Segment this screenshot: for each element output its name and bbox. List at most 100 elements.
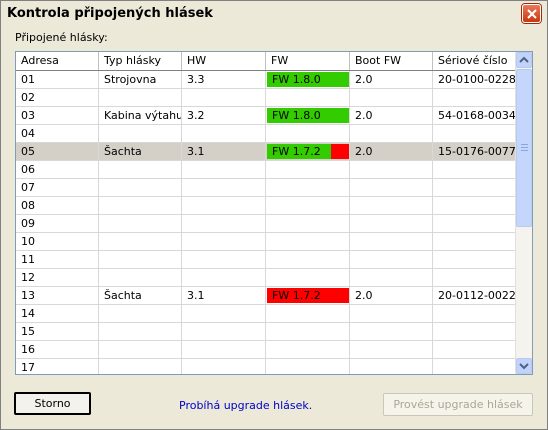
column-header-boot-fw[interactable]: Boot FW [350, 52, 433, 70]
table-row[interactable]: 09 [16, 215, 516, 233]
cell-hw [182, 125, 266, 142]
cell-hw: 3.2 [182, 107, 266, 124]
cell-serial [433, 161, 516, 178]
cell-boot-fw [350, 233, 433, 250]
close-icon [527, 9, 537, 19]
column-header-fw[interactable]: FW [266, 52, 350, 70]
cell-serial [433, 359, 516, 374]
units-grid: Adresa Typ hlásky HW FW Boot FW Sériové … [15, 51, 533, 375]
cell-serial [433, 341, 516, 358]
cell-boot-fw [350, 341, 433, 358]
table-row[interactable]: 08 [16, 197, 516, 215]
cell-type [99, 233, 182, 250]
grid-rows: 01 Strojovna 3.3 FW 1.8.0 2.0 20-0100-0228 02 0… [16, 71, 516, 374]
cell-type: Strojovna [99, 71, 182, 88]
cell-fw [266, 305, 350, 322]
cell-type [99, 179, 182, 196]
table-row[interactable]: 02 [16, 89, 516, 107]
table-row[interactable]: 06 [16, 161, 516, 179]
cell-address: 08 [16, 197, 99, 214]
grip-line [521, 150, 528, 151]
cell-type [99, 89, 182, 106]
cell-hw [182, 323, 266, 340]
cell-fw [266, 89, 350, 106]
cell-address: 11 [16, 251, 99, 268]
cell-serial [433, 89, 516, 106]
cell-hw [182, 305, 266, 322]
grip-line [521, 144, 528, 145]
cell-hw: 3.3 [182, 71, 266, 88]
dialog-window: Kontrola připojených hlásek Připojené hl… [0, 0, 548, 430]
cancel-button[interactable]: Storno [14, 392, 91, 415]
cell-type [99, 305, 182, 322]
table-row[interactable]: 16 [16, 341, 516, 359]
table-row[interactable]: 13 Šachta 3.1 FW 1.7.2 2.0 20-0112-0022 [16, 287, 516, 305]
cell-address: 05 [16, 143, 99, 160]
close-button[interactable] [522, 4, 541, 23]
table-row[interactable]: 17 [16, 359, 516, 374]
cell-address: 12 [16, 269, 99, 286]
cell-serial [433, 125, 516, 142]
fw-version-text: FW 1.8.0 [272, 73, 321, 86]
table-row[interactable]: 04 [16, 125, 516, 143]
cell-boot-fw [350, 179, 433, 196]
cell-address: 13 [16, 287, 99, 304]
column-header-serial[interactable]: Sériové číslo [433, 52, 516, 70]
cell-type [99, 341, 182, 358]
table-row[interactable]: 07 [16, 179, 516, 197]
cell-type [99, 197, 182, 214]
cell-hw: 3.1 [182, 143, 266, 160]
cell-boot-fw [350, 197, 433, 214]
cell-hw [182, 215, 266, 232]
cell-fw [266, 359, 350, 374]
cell-hw [182, 161, 266, 178]
scroll-thumb[interactable] [516, 69, 532, 227]
cell-fw [266, 125, 350, 142]
cell-type: Kabina výtahu [99, 107, 182, 124]
table-row[interactable]: 03 Kabina výtahu 3.2 FW 1.8.0 2.0 54-0168-003… [16, 107, 516, 125]
cell-serial [433, 233, 516, 250]
cell-boot-fw [350, 269, 433, 286]
scroll-up-button[interactable] [516, 52, 532, 68]
cell-boot-fw: 2.0 [350, 143, 433, 160]
cell-address: 10 [16, 233, 99, 250]
vertical-scrollbar[interactable] [515, 52, 532, 374]
cell-address: 16 [16, 341, 99, 358]
cell-type [99, 269, 182, 286]
cell-fw: FW 1.8.0 [266, 107, 350, 124]
cell-fw [266, 341, 350, 358]
cell-serial: 15-0176-0077 [433, 143, 516, 160]
cell-fw [266, 215, 350, 232]
grid-header: Adresa Typ hlásky HW FW Boot FW Sériové … [16, 52, 516, 71]
cell-serial [433, 215, 516, 232]
arrow-down-icon [519, 363, 529, 370]
cell-fw: FW 1.8.0 [266, 71, 350, 88]
table-row[interactable]: 15 [16, 323, 516, 341]
table-row[interactable]: 05 Šachta 3.1 FW 1.7.2 2.0 15-0176-0077 [16, 143, 516, 161]
table-row[interactable]: 10 [16, 233, 516, 251]
table-row[interactable]: 01 Strojovna 3.3 FW 1.8.0 2.0 20-0100-0228 [16, 71, 516, 89]
cell-boot-fw [350, 305, 433, 322]
cell-serial [433, 251, 516, 268]
cell-serial: 54-0168-0034 [433, 107, 516, 124]
window-title: Kontrola připojených hlásek [7, 6, 213, 21]
cell-hw [182, 359, 266, 374]
cell-boot-fw: 2.0 [350, 71, 433, 88]
cell-hw [182, 179, 266, 196]
table-row[interactable]: 12 [16, 269, 516, 287]
table-row[interactable]: 14 [16, 305, 516, 323]
column-header-hw[interactable]: HW [182, 52, 266, 70]
cell-fw [266, 197, 350, 214]
scroll-down-button[interactable] [516, 358, 532, 374]
upgrade-button[interactable]: Provést upgrade hlásek [383, 393, 533, 416]
cell-type: Šachta [99, 287, 182, 304]
cell-boot-fw [350, 215, 433, 232]
column-header-address[interactable]: Adresa [16, 52, 99, 70]
cell-address: 09 [16, 215, 99, 232]
grid-table: Adresa Typ hlásky HW FW Boot FW Sériové … [16, 52, 516, 374]
table-row[interactable]: 11 [16, 251, 516, 269]
cell-fw [266, 179, 350, 196]
fw-version-text: FW 1.8.0 [272, 109, 321, 122]
column-header-type[interactable]: Typ hlásky [99, 52, 182, 70]
fw-version-text: FW 1.7.2 [272, 145, 321, 158]
